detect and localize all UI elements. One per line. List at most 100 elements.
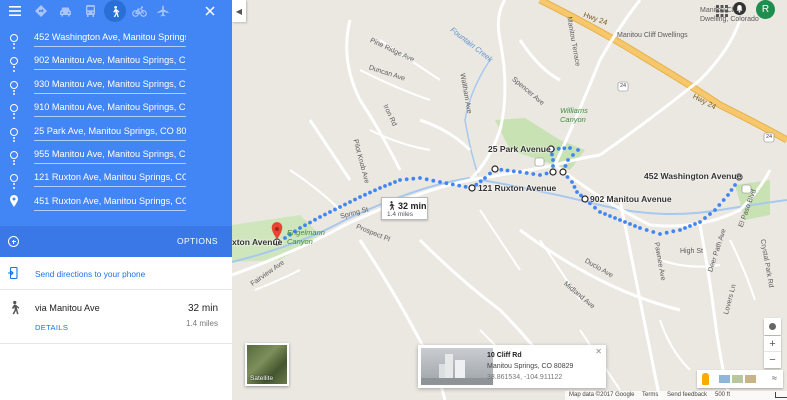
route-dot <box>511 169 516 174</box>
collapse-panel-button[interactable]: ◀ <box>232 0 246 22</box>
satellite-toggle[interactable]: Satellite <box>245 343 289 386</box>
waypoint-row: 930 Manitou Ave, Manitou Springs, CO 808… <box>0 73 232 96</box>
hwy-shield-label: 24 <box>766 134 773 140</box>
route-dot <box>488 171 492 176</box>
route-dot <box>562 146 567 151</box>
my-location-button[interactable] <box>764 318 781 335</box>
stop-label[interactable]: xton Avenue <box>232 237 282 247</box>
stop-label[interactable]: 121 Ruxton Avenue <box>478 183 556 193</box>
route-dot <box>518 170 522 174</box>
destination-pin-icon <box>10 194 18 207</box>
route-dot <box>603 212 607 216</box>
route-dot <box>418 176 422 180</box>
waypoint-input[interactable]: 25 Park Ave, Manitou Springs, CO 80829 <box>34 123 186 141</box>
waypoint-input[interactable]: 902 Manitou Ave, Manitou Springs, CO 808… <box>34 52 186 71</box>
hwy-shield-label: 24 <box>620 83 627 89</box>
feedback-link[interactable]: Send feedback <box>667 392 707 398</box>
scale-label: 500 ft <box>715 392 731 398</box>
bike-icon[interactable] <box>129 1 149 21</box>
route-dot <box>313 217 317 222</box>
send-directions-row[interactable]: Send directions to your phone <box>0 257 232 290</box>
callout-distance: 1.4 miles <box>387 211 414 218</box>
route-dot <box>343 202 347 207</box>
route-dot <box>613 216 617 220</box>
waypoint-dot-icon <box>10 57 18 66</box>
stop-label[interactable]: 452 Washington Avenue <box>644 171 741 181</box>
account-avatar[interactable]: R <box>756 0 775 19</box>
waypoint-row: 955 Manitou Ave, Manitou Springs, CO 808… <box>0 143 232 166</box>
waypoint-input[interactable]: 910 Manitou Ave, Manitou Springs, CO 808… <box>34 99 186 118</box>
route-dot <box>576 148 580 152</box>
place-city: Manitou Springs, CO 80829 <box>487 363 574 370</box>
expand-icon[interactable]: ≈ <box>772 373 777 383</box>
waypoint-row: 121 Ruxton Ave, Manitou Springs, CO 8082… <box>0 166 232 189</box>
imagery-thumb[interactable] <box>732 375 743 383</box>
route-dot <box>524 171 529 175</box>
details-link[interactable]: DETAILS <box>35 323 68 332</box>
place-name: 10 Cliff Rd <box>487 352 522 359</box>
walk-mode-icon[interactable] <box>104 0 126 22</box>
place-label: Manitou Cliff Dwellings <box>617 32 688 39</box>
close-icon[interactable]: ✕ <box>595 347 602 356</box>
zoom-in-button[interactable]: + <box>764 336 781 352</box>
waypoint-input[interactable]: 930 Manitou Ave, Manitou Springs, CO 808… <box>34 76 186 94</box>
waypoint-row: 451 Ruxton Ave, Manitou Springs, CO 8082… <box>0 190 232 213</box>
route-dot <box>450 182 455 187</box>
stop-label[interactable]: 902 Manitou Avenue <box>590 194 672 204</box>
route-dot <box>638 226 642 230</box>
flight-icon[interactable] <box>153 1 173 21</box>
place-photo[interactable] <box>421 348 493 385</box>
waypoint-dot-icon <box>10 104 18 113</box>
imagery-thumb[interactable] <box>745 375 756 383</box>
street-view-bar: ≈ <box>697 370 783 388</box>
route-dot <box>378 186 382 190</box>
imagery-thumb[interactable] <box>719 375 730 383</box>
map-data-credit: Map data ©2017 Google <box>569 392 635 398</box>
route-duration-callout[interactable]: 32 min 1.4 miles <box>381 197 428 220</box>
route-dot <box>373 188 377 193</box>
waypoint-dot-icon <box>10 174 18 183</box>
route-dot <box>424 177 429 182</box>
waypoint-input[interactable]: 452 Washington Ave, Manitou Springs, CO … <box>34 29 186 47</box>
menu-icon[interactable] <box>5 1 25 21</box>
route-dot <box>623 220 627 224</box>
walk-icon <box>389 201 395 210</box>
waypoint-input[interactable]: 451 Ruxton Ave, Manitou Springs, CO 8082… <box>34 193 186 211</box>
route-dot <box>598 210 602 214</box>
street-label: High St <box>680 248 703 255</box>
walk-icon <box>11 300 20 315</box>
route-dot <box>703 216 707 220</box>
route-dot <box>726 193 730 197</box>
route-option[interactable]: via Manitou Ave 32 min 1.4 miles DETAILS <box>0 290 232 344</box>
route-dot <box>713 208 717 212</box>
stop-label[interactable]: 25 Park Avenue <box>488 144 551 154</box>
route-dot <box>333 207 337 212</box>
place-info-card[interactable]: 10 Cliff Rd Manitou Springs, CO 80829 38… <box>418 345 606 388</box>
zoom-out-button[interactable]: − <box>764 352 781 368</box>
terms-link[interactable]: Terms <box>642 392 658 398</box>
place-coordinates: 38.861534, -104.911122 <box>487 374 563 381</box>
route-dot <box>531 172 536 176</box>
directions-header: 452 Washington Ave, Manitou Springs, CO … <box>0 0 232 257</box>
route-dot <box>618 218 622 222</box>
waypoint-input[interactable]: 121 Ruxton Ave, Manitou Springs, CO 8082… <box>34 169 186 188</box>
pegman-icon[interactable] <box>702 373 709 385</box>
route-dot <box>499 167 504 172</box>
car-icon[interactable] <box>55 1 75 21</box>
close-icon[interactable] <box>200 1 220 21</box>
add-destination-icon[interactable] <box>8 236 19 247</box>
map-footer: Map data ©2017 Google Terms Send feedbac… <box>565 391 787 400</box>
apps-grid-icon[interactable] <box>716 5 728 17</box>
route-dot <box>363 192 367 197</box>
best-mode-icon[interactable] <box>31 1 51 21</box>
send-directions-link[interactable]: Send directions to your phone <box>35 269 145 279</box>
route-dot <box>431 178 436 183</box>
place-label: Williams Canyon <box>560 106 588 124</box>
waypoint-dot-icon <box>10 150 18 159</box>
options-button[interactable]: OPTIONS <box>177 236 218 246</box>
transit-icon[interactable] <box>80 1 100 21</box>
notifications-icon[interactable] <box>733 2 746 15</box>
route-dot <box>633 224 637 228</box>
route-dot <box>411 176 416 181</box>
waypoint-input[interactable]: 955 Manitou Ave, Manitou Springs, CO 808… <box>34 146 186 164</box>
